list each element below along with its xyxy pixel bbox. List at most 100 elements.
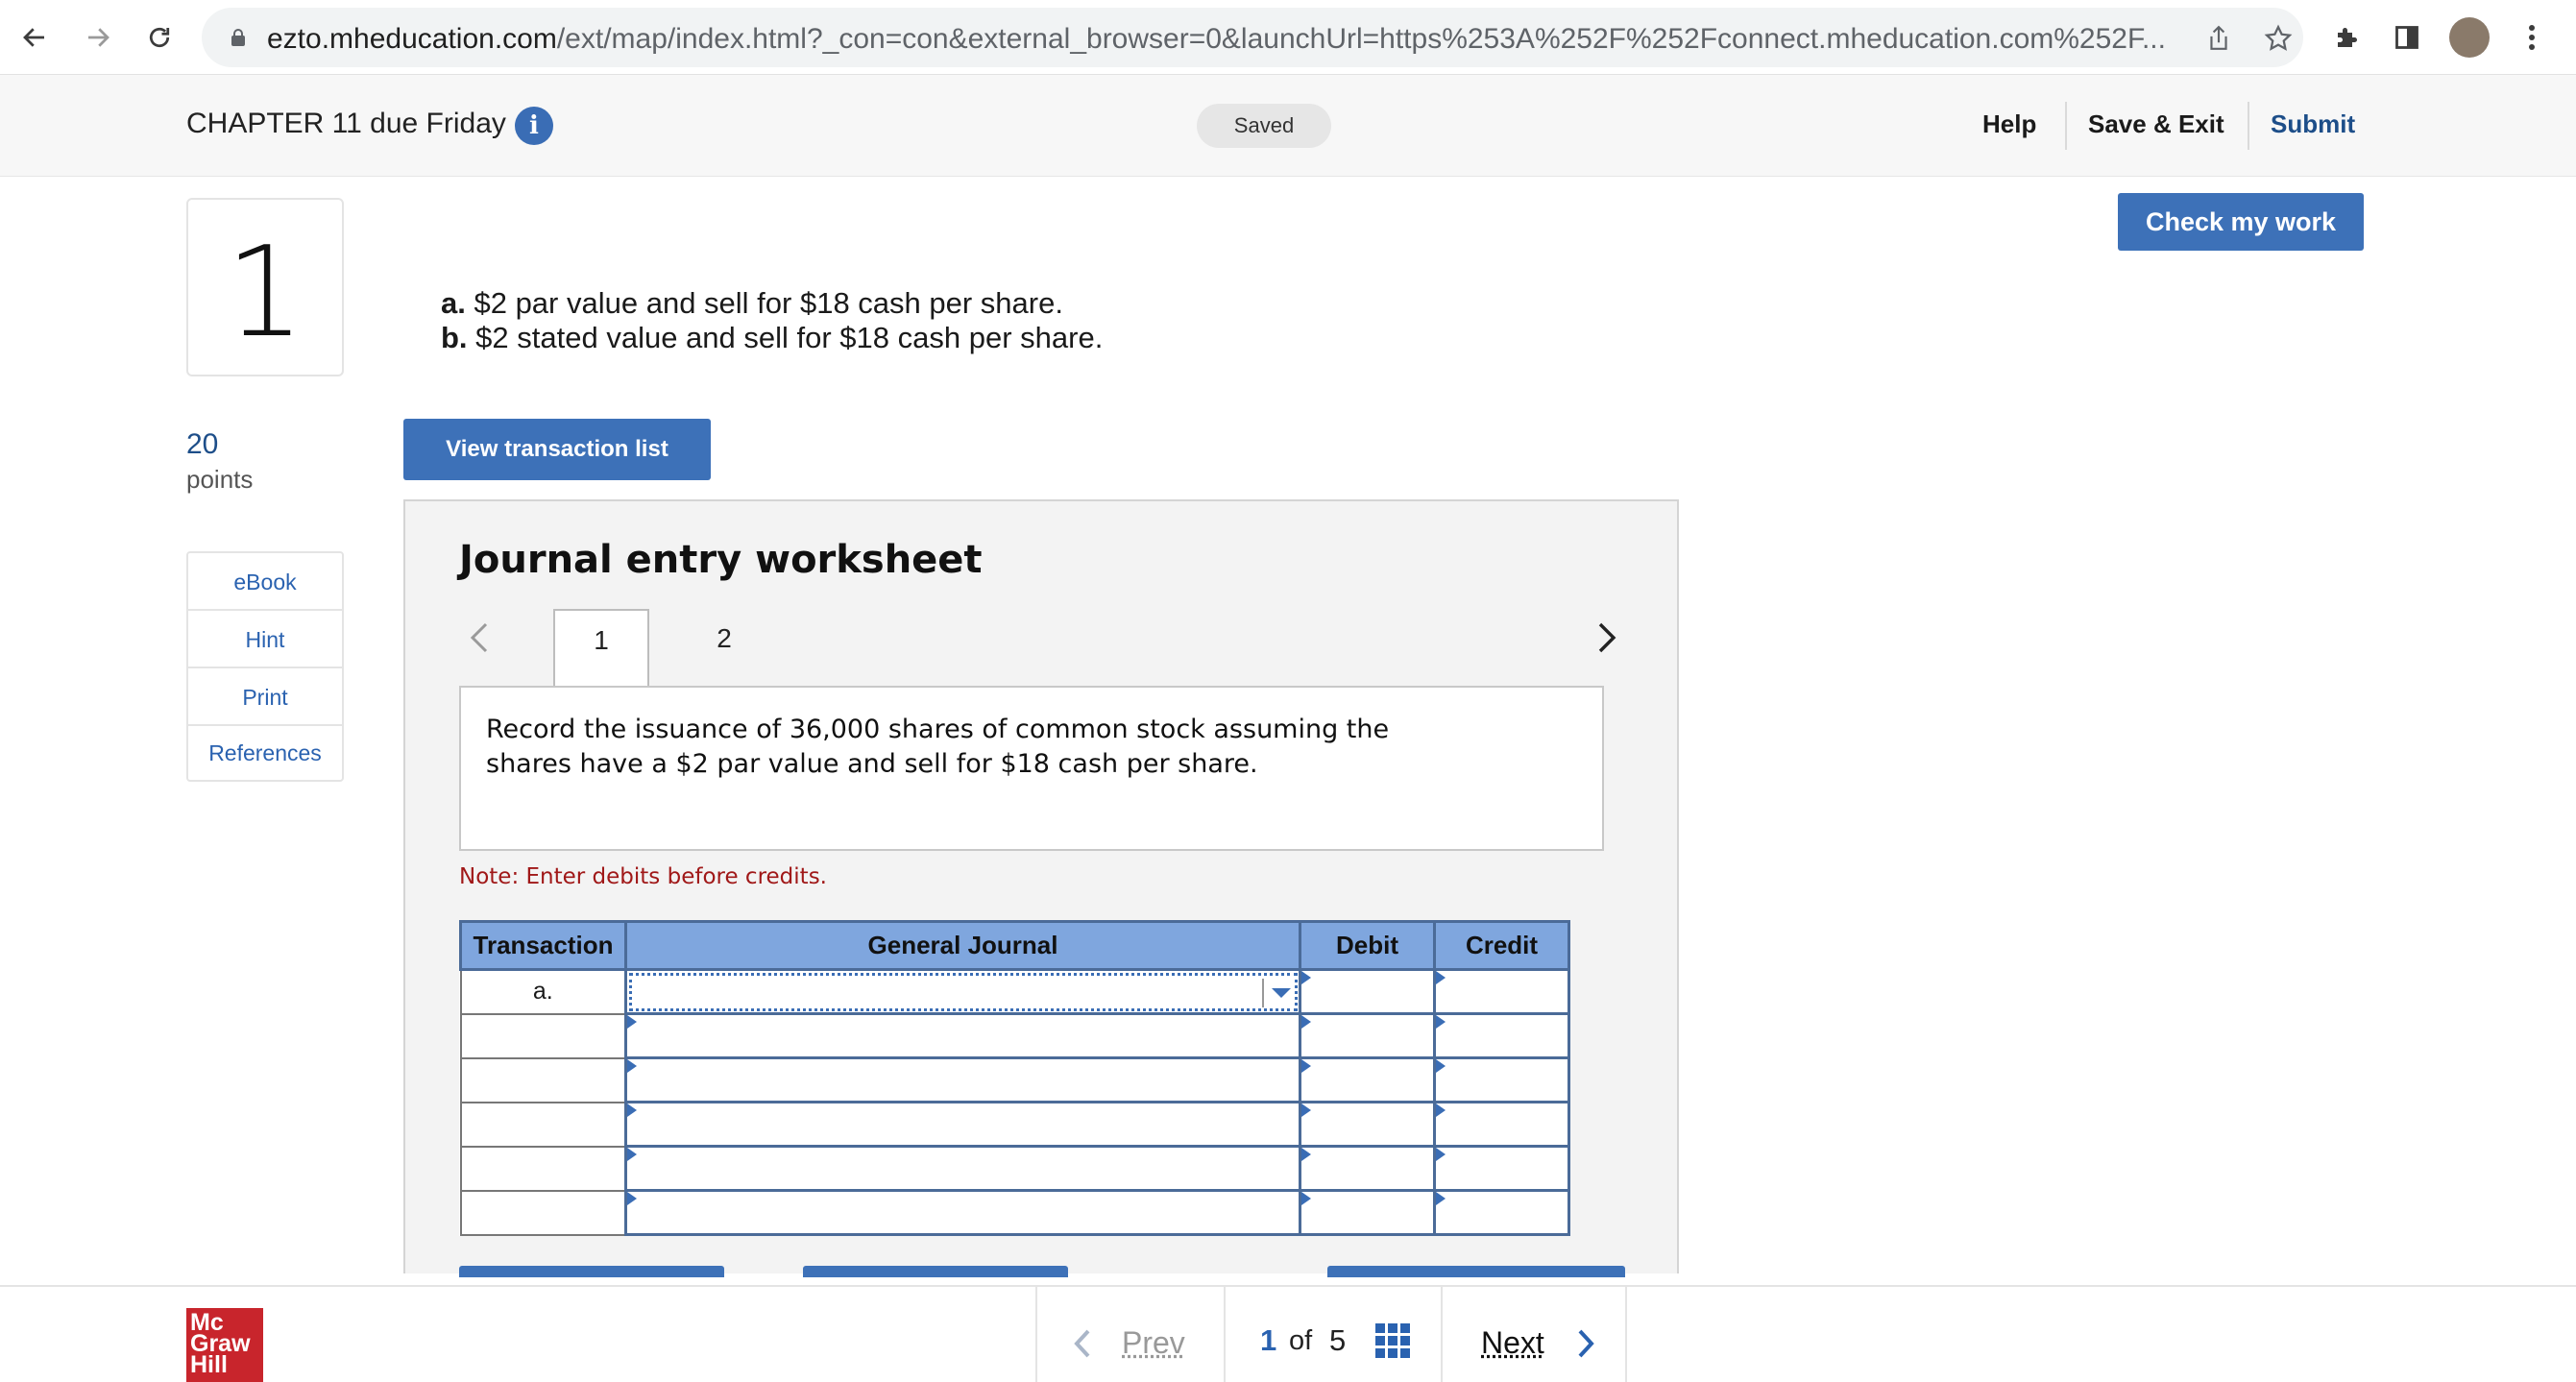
debit-input[interactable]	[1300, 1103, 1435, 1147]
assignment-title: CHAPTER 11 due Friday	[186, 108, 506, 140]
share-icon[interactable]	[2201, 21, 2236, 56]
cell-marker-icon	[627, 1192, 637, 1205]
account-dropdown[interactable]	[626, 970, 1300, 1014]
save-exit-link[interactable]: Save & Exit	[2088, 109, 2224, 139]
journal-row	[461, 1147, 1569, 1191]
submit-link[interactable]: Submit	[2271, 109, 2355, 139]
question-number: 1	[188, 219, 342, 365]
page-of-label: of	[1289, 1325, 1312, 1357]
print-link[interactable]: Print	[188, 668, 342, 726]
mcgraw-hill-logo: Mc Graw Hill	[186, 1308, 263, 1382]
view-general-journal-button[interactable]	[1327, 1266, 1625, 1277]
url-text: ezto.mheducation.com/ext/map/index.html?…	[267, 23, 2166, 56]
journal-row	[461, 1103, 1569, 1147]
prompt-a-letter: a.	[441, 286, 466, 320]
cell-marker-icon	[627, 1015, 637, 1029]
worksheet-tab-2[interactable]: 2	[676, 609, 772, 688]
total-pages-number: 5	[1329, 1323, 1346, 1358]
pager-divider	[1224, 1287, 1226, 1382]
cell-marker-icon	[627, 1103, 637, 1117]
account-input[interactable]	[626, 1191, 1300, 1235]
forward-arrow-icon[interactable]	[79, 18, 117, 57]
ebook-link[interactable]: eBook	[188, 553, 342, 611]
cell-marker-icon	[1436, 1103, 1446, 1117]
column-header-credit: Credit	[1435, 922, 1569, 970]
transaction-cell	[461, 1147, 626, 1191]
help-link[interactable]: Help	[1982, 109, 2036, 139]
cell-marker-icon	[1301, 1103, 1311, 1117]
credit-input[interactable]	[1435, 1191, 1569, 1235]
address-bar[interactable]: ezto.mheducation.com/ext/map/index.html?…	[202, 8, 2303, 67]
account-input[interactable]	[626, 1058, 1300, 1103]
worksheet-tab-1[interactable]: 1	[553, 609, 649, 688]
pager-divider	[1441, 1287, 1443, 1382]
journal-row	[461, 1014, 1569, 1058]
record-entry-button[interactable]	[459, 1266, 724, 1277]
references-link[interactable]: References	[188, 726, 342, 780]
account-input[interactable]	[626, 1147, 1300, 1191]
cell-marker-icon	[1436, 1192, 1446, 1205]
debit-input[interactable]	[1300, 1147, 1435, 1191]
transaction-cell	[461, 1191, 626, 1235]
question-prompt: a. $2 par value and sell for $18 cash pe…	[441, 286, 1103, 355]
instruction-text: Record the issuance of 36,000 shares of …	[486, 713, 1446, 782]
prompt-a-text: $2 par value and sell for $18 cash per s…	[466, 286, 1063, 320]
prompt-line-b: b. $2 stated value and sell for $18 cash…	[441, 321, 1103, 355]
browser-menu-icon[interactable]	[2513, 18, 2551, 57]
cell-marker-icon	[1436, 1148, 1446, 1161]
debit-input[interactable]	[1300, 1058, 1435, 1103]
cell-marker-icon	[1301, 1015, 1311, 1029]
cell-marker-icon	[1436, 971, 1446, 984]
worksheet-title: Journal entry worksheet	[459, 538, 983, 582]
chevron-right-icon[interactable]	[1592, 618, 1621, 657]
saved-status-badge: Saved	[1197, 104, 1331, 148]
profile-avatar[interactable]	[2449, 17, 2490, 58]
chevron-left-icon[interactable]	[1072, 1327, 1093, 1365]
chevron-left-icon[interactable]	[465, 618, 494, 657]
cell-marker-icon	[627, 1059, 637, 1073]
check-my-work-button[interactable]: Check my work	[2118, 193, 2364, 251]
extensions-puzzle-icon[interactable]	[2328, 18, 2367, 57]
dropdown-divider	[1262, 979, 1264, 1007]
view-transaction-list-button[interactable]: View transaction list	[403, 419, 711, 480]
hint-link[interactable]: Hint	[188, 611, 342, 668]
account-input[interactable]	[626, 1103, 1300, 1147]
credit-input[interactable]	[1435, 1058, 1569, 1103]
account-input[interactable]	[626, 1014, 1300, 1058]
prev-button[interactable]: Prev	[1122, 1325, 1185, 1361]
journal-entry-worksheet: Journal entry worksheet 1 2 Record the i…	[403, 499, 1679, 1273]
column-header-debit: Debit	[1300, 922, 1435, 970]
info-icon[interactable]: i	[515, 107, 553, 145]
credit-input[interactable]	[1435, 970, 1569, 1014]
question-grid-icon[interactable]	[1375, 1323, 1410, 1358]
points-label: points	[186, 465, 253, 495]
reload-icon[interactable]	[140, 18, 179, 57]
credit-input[interactable]	[1435, 1103, 1569, 1147]
footer-bar: Mc Graw Hill Prev 1 of 5 Next	[0, 1285, 2576, 1380]
logo-text-line-3: Hill	[190, 1354, 259, 1375]
debit-input[interactable]	[1300, 1014, 1435, 1058]
browser-toolbar: ezto.mheducation.com/ext/map/index.html?…	[0, 0, 2576, 75]
cell-marker-icon	[1301, 1192, 1311, 1205]
dropdown-arrow-icon[interactable]	[1272, 988, 1291, 998]
credit-input[interactable]	[1435, 1014, 1569, 1058]
chevron-right-icon[interactable]	[1575, 1327, 1596, 1365]
star-icon[interactable]	[2261, 21, 2296, 56]
credit-input[interactable]	[1435, 1147, 1569, 1191]
back-arrow-icon[interactable]	[15, 18, 54, 57]
prompt-line-a: a. $2 par value and sell for $18 cash pe…	[441, 286, 1103, 321]
debit-input[interactable]	[1300, 1191, 1435, 1235]
transaction-cell	[461, 1103, 626, 1147]
question-number-box: 1	[186, 198, 344, 376]
side-panel-icon[interactable]	[2388, 18, 2426, 57]
clear-entry-button[interactable]	[803, 1266, 1068, 1277]
debit-credit-note: Note: Enter debits before credits.	[459, 864, 827, 889]
lock-icon	[231, 29, 246, 46]
journal-row	[461, 1191, 1569, 1235]
journal-row	[461, 1058, 1569, 1103]
url-host: ezto.mheducation.com	[267, 23, 557, 55]
debit-input[interactable]	[1300, 970, 1435, 1014]
next-button[interactable]: Next	[1481, 1325, 1544, 1361]
cell-marker-icon	[1301, 1148, 1311, 1161]
table-header-row: Transaction General Journal Debit Credit	[461, 922, 1569, 970]
